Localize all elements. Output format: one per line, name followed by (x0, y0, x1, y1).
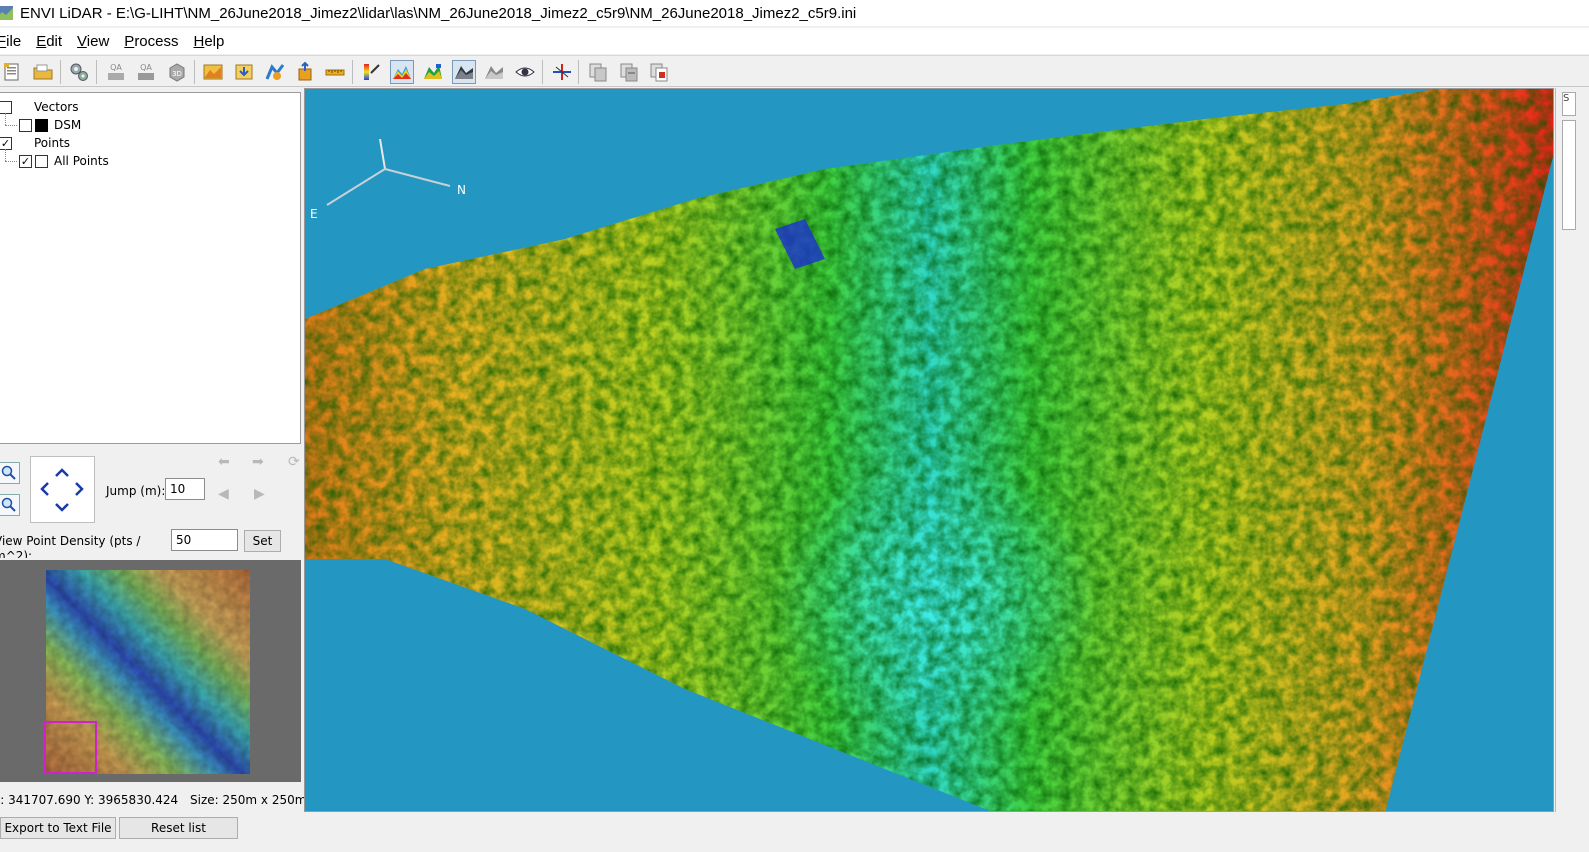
menu-process-mnemonic: P (124, 32, 135, 50)
jump-input[interactable]: 10 (165, 478, 205, 500)
all-points-label: All Points (54, 154, 109, 168)
batch-process-icon[interactable] (617, 60, 641, 84)
dem-image-icon[interactable] (201, 60, 225, 84)
set-button[interactable]: Set (244, 530, 281, 552)
toolbar: QA QA 3D (0, 55, 1589, 87)
back-arrow-icon[interactable]: ◀ (218, 486, 229, 502)
menu-help-mnemonic: H (193, 32, 205, 50)
menu-file[interactable]: File (0, 33, 21, 50)
zoom-in-button[interactable] (0, 462, 20, 484)
axis-east-label: E (310, 207, 318, 221)
menu-edit-rest: dit (46, 32, 63, 50)
dsm-checkbox[interactable] (19, 118, 32, 132)
buildings-icon[interactable] (263, 60, 287, 84)
menu-edit[interactable]: Edit (36, 33, 62, 50)
profile-cut-icon[interactable] (550, 60, 574, 84)
new-project-icon[interactable] (0, 60, 24, 84)
dsm-color-swatch (35, 118, 48, 132)
point-cloud-viewport[interactable]: N E (304, 88, 1554, 812)
axis-north-label: N (457, 183, 466, 197)
menu-file-rest: ile (6, 32, 22, 50)
qa-text-1: QA (110, 63, 122, 72)
menu-view-mnemonic: V (77, 32, 87, 50)
coordinate-readout: X: 341707.690 Y: 3965830.424 (0, 793, 179, 807)
point-cloud-render: N E (305, 89, 1553, 811)
refresh-icon[interactable]: ⟳ (288, 454, 300, 470)
density-label: View Point Density (pts / m^2): (0, 534, 141, 558)
tree-item-vectors[interactable]: Vectors (0, 99, 79, 115)
terrain-shade-icon[interactable] (452, 60, 476, 84)
qa-text-2: QA (140, 63, 152, 72)
menu-view-rest: iew (86, 32, 110, 50)
points-checkbox[interactable]: ✓ (0, 136, 12, 150)
pan-direction-pad[interactable] (30, 456, 95, 523)
pan-arrows-icon (40, 468, 84, 512)
copy-layers-icon[interactable] (586, 60, 610, 84)
menu-help[interactable]: Help (194, 33, 225, 50)
menu-view[interactable]: View (77, 33, 109, 50)
menu-process[interactable]: Process (124, 33, 178, 50)
size-readout: Size: 250m x 250m (190, 793, 307, 807)
color-by-height-icon[interactable] (360, 60, 384, 84)
vectors-label: Vectors (34, 100, 79, 114)
menu-process-rest: rocess (134, 32, 179, 50)
right-panel-tab[interactable]: S (1562, 92, 1576, 116)
prev-arrow-icon[interactable]: ⬅ (218, 454, 230, 470)
export-text-button[interactable]: Export to Text File (0, 817, 116, 839)
dsm-label: DSM (54, 118, 82, 132)
title-bar: ENVI LiDAR - E:\G-LIHT\NM_26June2018_Jim… (0, 0, 1589, 26)
all-points-checkbox[interactable]: ✓ (19, 154, 32, 168)
export-icon[interactable] (293, 60, 317, 84)
elevation-color-icon[interactable] (390, 60, 414, 84)
settings-gears-icon[interactable] (67, 60, 91, 84)
import-icon[interactable] (232, 60, 256, 84)
tree-item-all-points[interactable]: ✓ All Points (19, 153, 109, 169)
menu-help-rest: elp (204, 32, 225, 50)
menu-edit-mnemonic: E (36, 32, 47, 50)
vectors-checkbox[interactable] (0, 100, 12, 114)
density-input[interactable]: 50 (171, 529, 238, 551)
right-side-panel: S (1555, 88, 1589, 812)
3d-text: 3D (172, 70, 182, 78)
orientation-axes: N E (310, 138, 466, 221)
classification-color-icon[interactable] (421, 60, 445, 84)
zoom-in-icon (1, 465, 16, 480)
eye-visibility-icon[interactable] (513, 60, 537, 84)
tree-item-points[interactable]: ✓ Points (0, 135, 70, 151)
envi-lidar-window: ENVI LiDAR - E:\G-LIHT\NM_26June2018_Jim… (0, 0, 1589, 852)
overview-hillshade (44, 570, 250, 774)
app-icon (0, 6, 13, 20)
coordinate-status-bar: X: 341707.690 Y: 3965830.424 Size: 250m … (0, 789, 307, 811)
points-label: Points (34, 136, 71, 150)
tree-item-dsm[interactable]: DSM (19, 117, 81, 133)
intensity-icon[interactable] (482, 60, 506, 84)
layer-tree: Vectors DSM ✓ Points ✓ All Points (0, 92, 301, 444)
all-points-color-swatch (35, 154, 48, 168)
zoom-out-icon (1, 497, 16, 512)
qa-compare-icon[interactable]: QA (134, 60, 158, 84)
right-panel-scroll[interactable] (1562, 120, 1576, 230)
jump-label: Jump (m): (106, 484, 166, 498)
navigation-panel: Jump (m): 10 ⬅ ➡ ⟳ ◀ ▶ View Point Densit… (0, 448, 305, 558)
report-pdf-icon[interactable] (647, 60, 671, 84)
measure-ruler-icon[interactable] (323, 60, 347, 84)
window-title: ENVI LiDAR - E:\G-LIHT\NM_26June2018_Jim… (20, 4, 857, 22)
qa-icon[interactable]: QA (104, 60, 128, 84)
menu-bar: File Edit View Process Help (0, 28, 1589, 54)
next-arrow-icon[interactable]: ➡ (252, 454, 264, 470)
forward-arrow-icon[interactable]: ▶ (254, 486, 265, 502)
3d-view-icon[interactable]: 3D (165, 60, 189, 84)
zoom-out-button[interactable] (0, 494, 20, 516)
overview-map[interactable] (0, 560, 301, 782)
open-folder-icon[interactable] (31, 60, 55, 84)
bottom-bar: Export to Text File Reset list (0, 815, 1589, 839)
reset-list-button[interactable]: Reset list (119, 817, 238, 839)
